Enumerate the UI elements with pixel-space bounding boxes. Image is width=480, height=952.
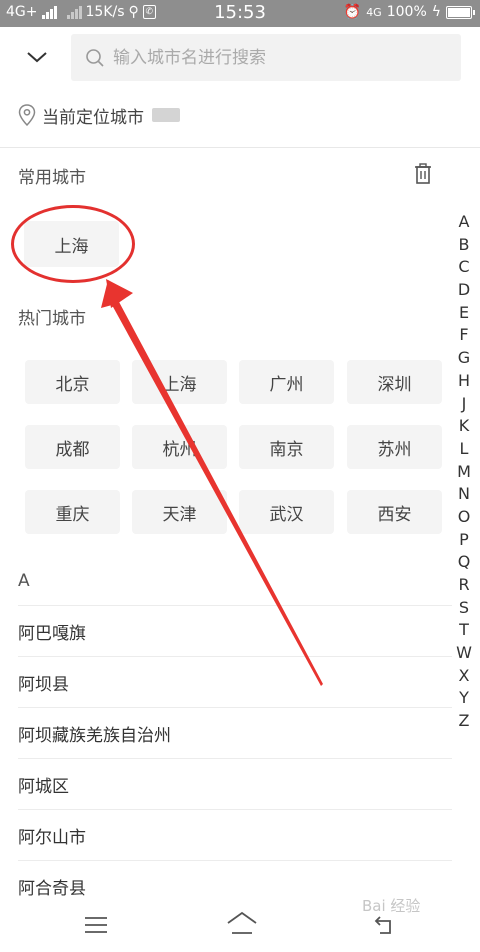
index-letter[interactable]: Z [452, 710, 476, 733]
index-letter[interactable]: M [452, 461, 476, 484]
search-input[interactable] [113, 47, 433, 68]
index-letter[interactable]: F [452, 324, 476, 347]
alphabet-index[interactable]: ABCDEFGHJKLMNOPQRSTWXYZ [452, 211, 476, 733]
city-list-item[interactable]: 阿巴嘎旗 [18, 605, 452, 656]
city-list-item[interactable]: 阿城区 [18, 758, 452, 809]
charging-icon: ϟ [431, 4, 441, 20]
frequent-city-chip[interactable]: 上海 [24, 221, 119, 267]
current-location[interactable]: 当前定位城市 [18, 101, 180, 129]
hot-cities-title: 热门城市 [18, 309, 86, 329]
hot-city-chip[interactable]: 武汉 [239, 490, 334, 534]
chevron-down-icon[interactable] [26, 49, 48, 65]
trash-icon[interactable] [414, 163, 432, 184]
location-pin-icon [18, 104, 36, 126]
city-list-item[interactable]: 阿坝藏族羌族自治州 [18, 707, 452, 758]
index-letter[interactable]: X [452, 665, 476, 688]
divider [0, 147, 480, 148]
location-label: 当前定位城市 [42, 107, 144, 128]
battery-icon [446, 5, 475, 19]
back-icon[interactable] [374, 916, 396, 934]
hot-city-chip[interactable]: 上海 [132, 360, 227, 404]
index-letter[interactable]: C [452, 256, 476, 279]
location-value-redacted [152, 108, 180, 122]
index-letter[interactable]: E [452, 302, 476, 325]
top-bar [0, 27, 480, 89]
hot-city-chip[interactable]: 深圳 [347, 360, 442, 404]
index-letter[interactable]: D [452, 279, 476, 302]
hot-city-chip[interactable]: 天津 [132, 490, 227, 534]
network-type-right: 4G [366, 5, 382, 19]
index-letter[interactable]: K [452, 415, 476, 438]
index-letter[interactable]: G [452, 347, 476, 370]
status-bar: 4G+ 15K/s ⚲ ✆ 15:53 ⏰ 4G 100% ϟ [0, 0, 480, 27]
index-letter[interactable]: L [452, 438, 476, 461]
battery-percent: 100% [386, 4, 427, 20]
list-group-letter: A [18, 571, 30, 591]
index-letter[interactable]: B [452, 234, 476, 257]
city-list-item[interactable]: 阿坝县 [18, 656, 452, 707]
index-letter[interactable]: J [452, 393, 476, 416]
index-letter[interactable]: S [452, 597, 476, 620]
hot-city-chip[interactable]: 杭州 [132, 425, 227, 469]
menu-icon[interactable] [84, 916, 108, 934]
index-letter[interactable]: P [452, 529, 476, 552]
hot-city-chip[interactable]: 成都 [25, 425, 120, 469]
frequent-cities-title: 常用城市 [18, 168, 86, 188]
index-letter[interactable]: N [452, 483, 476, 506]
hot-city-chip[interactable]: 重庆 [25, 490, 120, 534]
hot-city-chip[interactable]: 广州 [239, 360, 334, 404]
index-letter[interactable]: A [452, 211, 476, 234]
alarm-icon: ⏰ [343, 4, 362, 20]
hot-city-chip[interactable]: 西安 [347, 490, 442, 534]
hot-city-chip[interactable]: 北京 [25, 360, 120, 404]
hot-city-chip[interactable]: 南京 [239, 425, 334, 469]
watermark: Bai 经验 [362, 897, 421, 915]
index-letter[interactable]: T [452, 619, 476, 642]
index-letter[interactable]: Y [452, 687, 476, 710]
search-box[interactable] [71, 34, 461, 81]
index-letter[interactable]: Q [452, 551, 476, 574]
search-icon [86, 48, 104, 67]
status-right: ⏰ 4G 100% ϟ [343, 4, 475, 20]
hot-city-chip[interactable]: 苏州 [347, 425, 442, 469]
city-list-item[interactable]: 阿尔山市 [18, 809, 452, 860]
index-letter[interactable]: R [452, 574, 476, 597]
index-letter[interactable]: H [452, 370, 476, 393]
index-letter[interactable]: W [452, 642, 476, 665]
home-icon[interactable] [226, 911, 258, 935]
index-letter[interactable]: O [452, 506, 476, 529]
